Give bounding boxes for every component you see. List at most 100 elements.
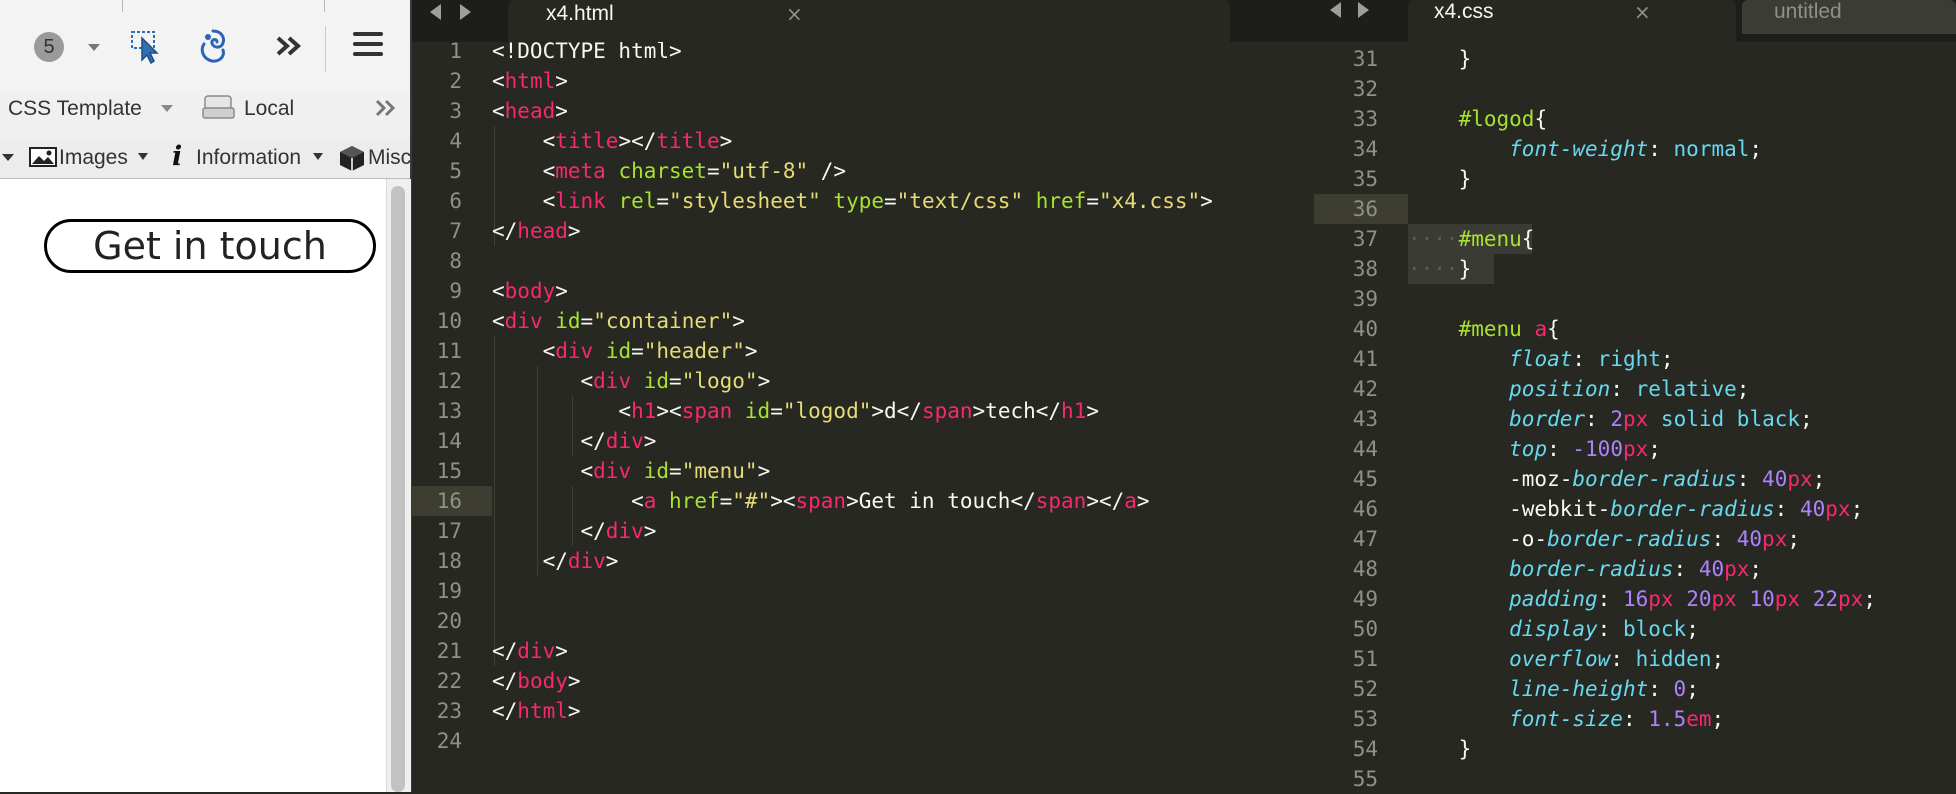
code-token: div: [605, 519, 644, 543]
code-token: }: [1458, 257, 1472, 281]
code-token: ;: [1711, 647, 1725, 671]
code-line: -webkit-border-radius: 40px;: [1408, 494, 1863, 524]
code-token: px: [1774, 587, 1801, 611]
scrollbar-thumb[interactable]: [391, 186, 405, 792]
code-line: top: -100px;: [1408, 434, 1661, 464]
code-token: type: [833, 189, 884, 213]
code-token: id: [643, 459, 670, 483]
code-token: html: [517, 699, 568, 723]
information-menu[interactable]: Information: [196, 146, 301, 170]
code-token: ;: [1711, 707, 1725, 731]
code-token: "logod": [782, 399, 872, 423]
get-in-touch-button[interactable]: Get in touch: [44, 219, 376, 273]
count-badge[interactable]: 5: [34, 32, 64, 62]
close-icon[interactable]: ×: [1634, 0, 1651, 24]
code-token: title: [656, 129, 720, 153]
code-line: position: relative;: [1408, 374, 1749, 404]
information-icon: i: [172, 141, 183, 172]
chevron-down-icon[interactable]: [2, 154, 14, 161]
code-line: <head>: [492, 96, 568, 126]
line-number: 9: [449, 279, 462, 303]
code-line: </html>: [492, 696, 581, 726]
code-token: body: [504, 279, 556, 303]
css-template-bookmark[interactable]: CSS Template: [8, 97, 142, 121]
code-token: head: [504, 99, 556, 123]
code-token: 1.5: [1648, 707, 1687, 731]
hamburger-menu-icon[interactable]: [353, 32, 383, 56]
code-token: font-size: [1509, 707, 1623, 731]
misc-menu[interactable]: Misc: [368, 146, 411, 170]
code-line: line-height: 0;: [1408, 674, 1699, 704]
web-developer-icon[interactable]: [196, 28, 230, 68]
line-number: 24: [436, 729, 462, 753]
html-code-area[interactable]: <!DOCTYPE html> <html> <head> <title></tit…: [492, 42, 1314, 792]
code-token: </: [492, 669, 518, 693]
line-number: 16: [436, 489, 462, 513]
chevron-down-icon[interactable]: [313, 153, 323, 160]
code-token: h1: [1061, 399, 1087, 423]
line-number: 48: [1352, 557, 1378, 581]
line-number: 13: [436, 399, 462, 423]
code-line: ····}: [1408, 254, 1471, 284]
chevron-down-icon[interactable]: [138, 153, 148, 160]
code-token: px: [1762, 527, 1788, 551]
tab-title: untitled: [1774, 0, 1842, 23]
code-token: :: [1572, 347, 1598, 371]
line-number: 44: [1352, 437, 1378, 461]
local-bookmark[interactable]: Local: [244, 97, 294, 121]
code-line: display: block;: [1408, 614, 1699, 644]
code-token: h1: [631, 399, 657, 423]
chevron-down-icon[interactable]: [161, 105, 173, 112]
line-number: 46: [1352, 497, 1378, 521]
code-token: ;: [1800, 407, 1813, 431]
code-token: ····: [1408, 227, 1459, 251]
overflow-chevrons-icon[interactable]: [274, 34, 304, 62]
code-token: px: [1622, 407, 1649, 431]
inspect-cursor-icon[interactable]: [130, 30, 166, 68]
css-code-area[interactable]: } #logod{ font-weight: normal; } ····#men…: [1408, 42, 1956, 792]
code-token: position: [1509, 377, 1611, 401]
code-token: :: [1585, 407, 1611, 431]
close-icon[interactable]: ×: [786, 2, 803, 26]
code-token: >: [605, 549, 619, 573]
tab-untitled[interactable]: untitled: [1742, 0, 1956, 34]
code-token: <: [492, 489, 644, 513]
line-number-partial: [1314, 14, 1378, 44]
tab-scroll-right-icon[interactable]: [460, 4, 471, 20]
code-token: px: [1724, 557, 1750, 581]
code-token: >: [555, 69, 568, 93]
tab-scroll-left-icon[interactable]: [430, 4, 441, 20]
misc-cube-icon: [338, 144, 366, 176]
tab-x4-html[interactable]: x4.html ×: [508, 0, 1230, 42]
html-tab-bar: x4.html ×: [412, 0, 1314, 42]
bookmarks-overflow-icon[interactable]: [374, 98, 400, 122]
line-number: 38: [1352, 257, 1378, 281]
browser-panel: 5 CSS Template Local Images i Informatio…: [0, 0, 412, 792]
line-number: 33: [1352, 107, 1378, 131]
code-token: id: [744, 399, 771, 423]
code-line: <title></title>: [492, 126, 733, 156]
code-line: float: right;: [1408, 344, 1673, 374]
code-token: >: [1200, 189, 1213, 213]
code-line: </head>: [492, 216, 581, 246]
code-token: span: [921, 399, 973, 423]
code-token: black: [1736, 407, 1801, 431]
code-token: div: [593, 369, 632, 393]
code-token: -webkit-: [1408, 497, 1611, 521]
code-token: font-weight: [1509, 137, 1649, 161]
code-token: relative: [1635, 377, 1737, 401]
code-token: =: [669, 459, 682, 483]
line-number: 54: [1352, 737, 1378, 761]
code-token: >: [744, 339, 758, 363]
tab-x4-css[interactable]: x4.css ×: [1408, 0, 1736, 42]
chevron-down-icon[interactable]: [88, 44, 100, 51]
code-line: -o-border-radius: 40px;: [1408, 524, 1800, 554]
line-number: 23: [436, 699, 462, 723]
code-token: =: [656, 189, 670, 213]
images-menu[interactable]: Images: [59, 146, 128, 170]
